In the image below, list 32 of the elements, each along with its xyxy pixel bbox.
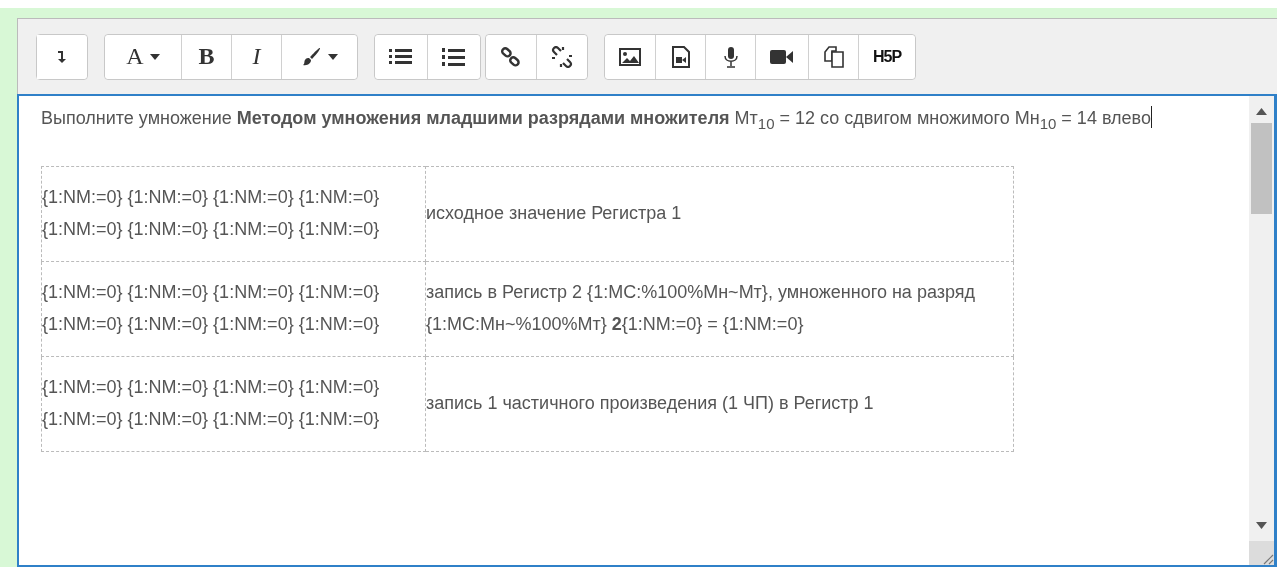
scroll-up-icon[interactable] xyxy=(1256,108,1267,115)
resize-grip[interactable] xyxy=(1249,541,1274,565)
resize-icon xyxy=(1262,553,1274,565)
h5p-button[interactable]: H5P xyxy=(858,34,916,79)
copy-icon xyxy=(823,45,844,68)
unlink-icon xyxy=(551,45,573,68)
arrow-down-icon xyxy=(57,49,67,64)
video-camera-icon xyxy=(770,48,794,65)
numbered-list-icon xyxy=(442,46,466,67)
cell-text: исходное значение Регистра 1 xyxy=(426,202,682,223)
text-cursor xyxy=(1150,106,1152,128)
brush-button[interactable] xyxy=(281,34,357,79)
editor-area[interactable] xyxy=(17,94,1277,567)
media-file-icon xyxy=(671,45,690,68)
caret-icon xyxy=(327,53,338,60)
cell-text: {1:NM:=0} {1:NM:=0} {1:NM:=0} {1:NM:=0} {1:NM:=0} {1:NM:=0} {1:NM:=0} {1:NM:=0} xyxy=(42,281,380,334)
numbers-button[interactable] xyxy=(427,34,480,79)
paintbrush-icon xyxy=(301,46,322,67)
caret-icon xyxy=(149,53,160,60)
scrollbar[interactable] xyxy=(1249,96,1274,541)
cell-text: запись 1 частичного произведения (1 ЧП) в Регистр 1 xyxy=(426,392,874,413)
cell-text: {1:NM:=0} {1:NM:=0} {1:NM:=0} {1:NM:=0} {1:NM:=0} {1:NM:=0} {1:NM:=0} {1:NM:=0} xyxy=(42,186,380,239)
microphone-icon xyxy=(723,45,738,68)
cell-text: запись в Регистр 2 {1:MC:%100%Мн~Мт}, умноженного на разряд {1:MC:Мн~%100%Мт} 2{1:NM:=0} = {1:NM:=0} xyxy=(426,281,975,334)
link-icon xyxy=(501,46,521,67)
scroll-down-icon[interactable] xyxy=(1256,522,1267,529)
bulleted-list-icon xyxy=(389,47,413,66)
unlink-button[interactable] xyxy=(536,34,587,79)
cell-text: {1:NM:=0} {1:NM:=0} {1:NM:=0} {1:NM:=0} {1:NM:=0} {1:NM:=0} {1:NM:=0} {1:NM:=0} xyxy=(42,376,380,429)
task-text: Выполните умножение Методом умножения младшими разрядами множителя Мт$_{10}$ = 12 со сдвигом множимого Мн$_{10}$ = 14 влево xyxy=(41,108,1151,128)
image-icon xyxy=(619,47,641,66)
scroll-thumb[interactable] xyxy=(1251,123,1272,214)
